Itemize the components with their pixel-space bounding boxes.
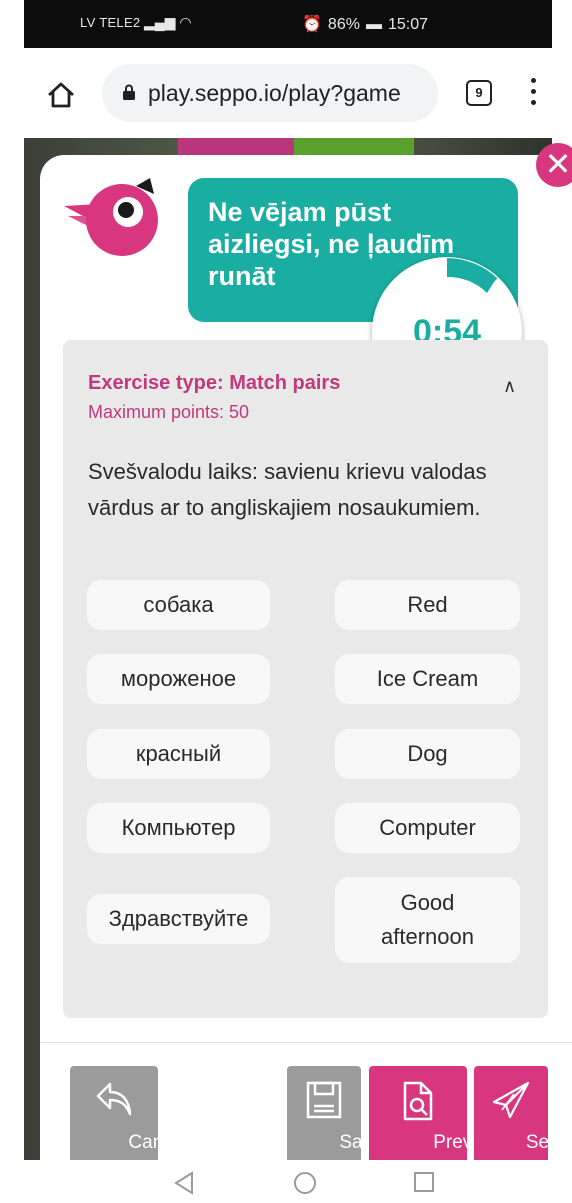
carrier-name: LV TELE2	[80, 15, 141, 30]
document-search-icon	[403, 1081, 433, 1121]
exercise-type: Exercise type: Match pairs	[88, 372, 341, 394]
home-icon[interactable]	[46, 81, 76, 109]
recents-square-icon[interactable]	[412, 1170, 436, 1194]
preview-button[interactable]: Preview	[369, 1066, 501, 1160]
floppy-disk-icon	[306, 1081, 342, 1119]
url-text: play.seppo.io/play?game	[148, 80, 401, 106]
pair-right-item[interactable]: Dog	[335, 729, 520, 779]
browser-menu-icon[interactable]	[531, 78, 537, 108]
lock-icon	[123, 84, 135, 100]
pair-left-item[interactable]: красный	[87, 729, 270, 779]
battery-level: 86%	[327, 16, 360, 33]
maximum-points: Maximum points: 50	[88, 402, 250, 422]
send-button[interactable]: Send	[474, 1066, 570, 1160]
cancel-button[interactable]: Cancel	[70, 1066, 188, 1160]
tab-switcher-button[interactable]: 9	[466, 80, 492, 106]
status-right: ⏰ 86% ▬ 15:07	[296, 14, 481, 34]
system-navigation-bar	[0, 1160, 572, 1203]
task-instructions: Svešvalodu laiks: savienu krievu valodas…	[88, 459, 487, 520]
exercise-panel: Exercise type: Match pairs Maximum point…	[63, 340, 548, 1018]
chevron-up-icon[interactable]: ∧	[503, 376, 516, 397]
close-button[interactable]: ✕	[536, 143, 572, 187]
seppo-bird-logo	[64, 178, 158, 256]
pair-left-item[interactable]: Здравствуйте	[87, 894, 270, 944]
pair-right-item[interactable]: Computer	[335, 803, 520, 853]
signal-wifi-icon: ▂▄▆ ◠	[144, 14, 192, 30]
cancel-label: Cancel	[128, 1132, 188, 1153]
save-button[interactable]: Save	[287, 1066, 383, 1160]
pair-left-item[interactable]: собака	[87, 580, 270, 630]
url-bar[interactable]: play.seppo.io/play?game	[102, 64, 438, 122]
clock: 15:07	[387, 16, 428, 33]
home-circle-icon[interactable]	[292, 1170, 318, 1196]
send-label: Send	[525, 1132, 571, 1153]
pair-right-item[interactable]: Good afternoon	[335, 877, 520, 963]
paper-plane-icon	[492, 1081, 530, 1119]
back-triangle-icon[interactable]	[172, 1170, 196, 1196]
pair-right-item[interactable]: Ice Cream	[335, 654, 520, 704]
pair-left-item[interactable]: мороженое	[87, 654, 270, 704]
browser-toolbar: play.seppo.io/play?game 9	[24, 48, 552, 138]
alarm-icon: ⏰	[302, 16, 322, 33]
reply-arrow-icon	[96, 1082, 132, 1116]
pair-left-item[interactable]: Компьютер	[87, 803, 270, 853]
pair-right-item[interactable]: Red	[335, 580, 520, 630]
status-bar: LV TELE2 ▂▄▆ ◠ ⏰ 86% ▬ 15:07	[24, 0, 552, 48]
battery-icon: ▬	[365, 16, 382, 33]
